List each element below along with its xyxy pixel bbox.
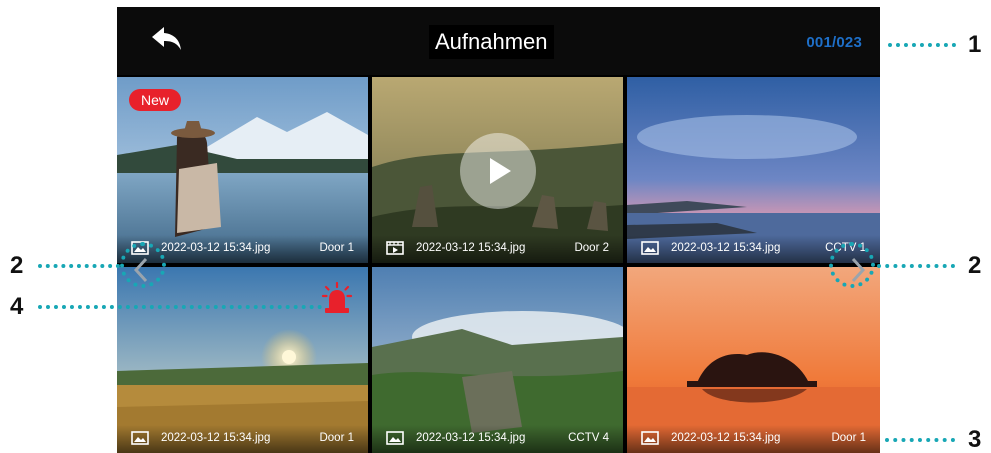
video-icon <box>386 241 404 255</box>
callout-leader <box>877 264 955 268</box>
callout-number: 1 <box>968 31 982 58</box>
source-label: Door 1 <box>831 432 866 444</box>
callout-number: 2 <box>968 252 982 279</box>
source-label: CCTV 4 <box>568 432 609 444</box>
callout-number: 2 <box>10 252 24 279</box>
recording-tile[interactable]: 2022-03-12 15:34.jpg Door 2 <box>372 77 623 263</box>
callout-leader <box>888 43 956 47</box>
callout-number: 4 <box>10 293 24 320</box>
play-icon <box>490 158 511 184</box>
callout-ring <box>120 242 166 288</box>
callout-leader <box>885 438 955 442</box>
callout-leader <box>38 264 120 268</box>
info-bar: 2022-03-12 15:34.jpg Door 2 <box>372 235 623 263</box>
info-bar: 2022-03-12 15:34.jpg CCTV 4 <box>372 425 623 453</box>
callout-ring <box>829 242 875 288</box>
photo-icon <box>641 241 659 255</box>
top-bar: Aufnahmen 001/023 <box>117 7 880 75</box>
recording-tile[interactable]: 2022-03-12 15:34.jpg CCTV 1 <box>627 77 880 263</box>
info-bar: 2022-03-12 15:34.jpg Door 1 <box>627 425 880 453</box>
alarm-icon <box>321 281 353 313</box>
file-name: 2022-03-12 15:34.jpg <box>161 432 271 444</box>
device-screen: Aufnahmen 001/023 New 2022-03-12 15:34.j… <box>117 7 880 453</box>
back-button[interactable] <box>147 21 187 57</box>
source-label: Door 1 <box>319 242 354 254</box>
recording-tile[interactable]: 2022-03-12 15:34.jpg Door 1 <box>627 267 880 453</box>
new-badge: New <box>129 89 182 111</box>
recording-tile[interactable]: 2022-03-12 15:34.jpg Door 1 <box>117 267 368 453</box>
file-name: 2022-03-12 15:34.jpg <box>161 242 271 254</box>
callout-leader <box>38 305 322 309</box>
photo-icon <box>386 431 404 445</box>
recording-counter: 001/023 <box>806 34 862 51</box>
callout-number: 3 <box>968 426 982 453</box>
photo-icon <box>131 431 149 445</box>
file-name: 2022-03-12 15:34.jpg <box>671 242 781 254</box>
back-arrow-icon <box>152 27 181 50</box>
file-name: 2022-03-12 15:34.jpg <box>416 242 526 254</box>
file-name: 2022-03-12 15:34.jpg <box>671 432 781 444</box>
source-label: Door 1 <box>319 432 354 444</box>
file-name: 2022-03-12 15:34.jpg <box>416 432 526 444</box>
play-button[interactable] <box>460 133 536 209</box>
source-label: Door 2 <box>574 242 609 254</box>
recordings-grid: New 2022-03-12 15:34.jpg Door 1 2022-03-… <box>117 77 880 453</box>
recording-tile[interactable]: New 2022-03-12 15:34.jpg Door 1 <box>117 77 368 263</box>
page-title: Aufnahmen <box>429 25 554 59</box>
info-bar: 2022-03-12 15:34.jpg Door 1 <box>117 425 368 453</box>
photo-icon <box>641 431 659 445</box>
recording-tile[interactable]: 2022-03-12 15:34.jpg CCTV 4 <box>372 267 623 453</box>
